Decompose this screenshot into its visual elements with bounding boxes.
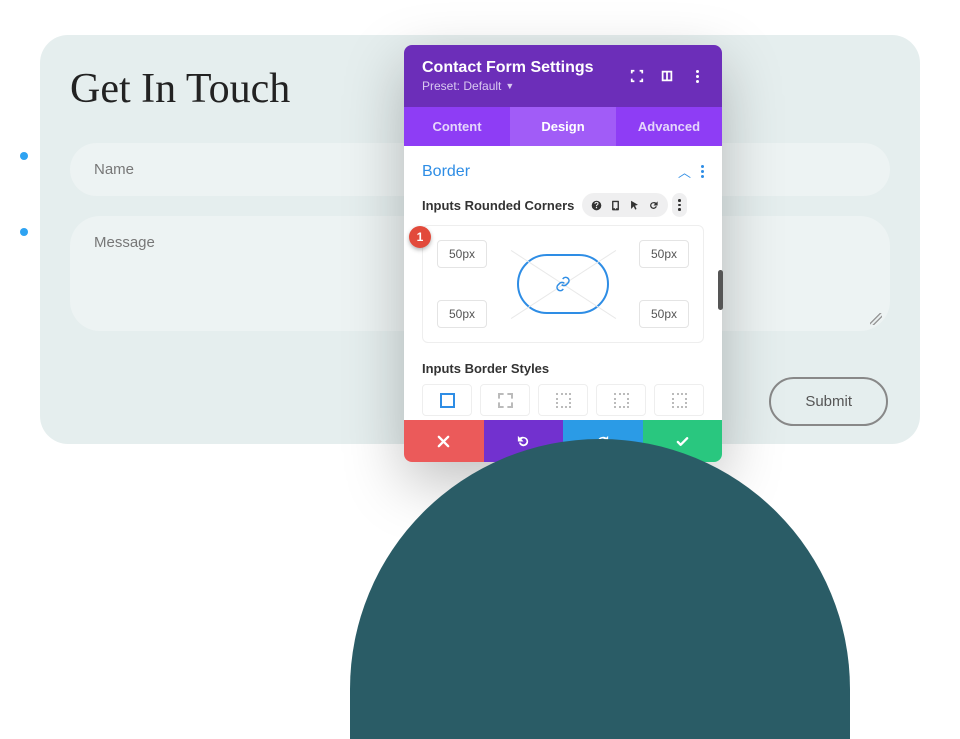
corner-tl-input[interactable]: 50px [437,240,487,268]
section-more-icon[interactable] [701,165,704,178]
settings-modal: Contact Form Settings Preset: Default ▼ … [404,45,722,462]
preset-dropdown[interactable]: Preset: Default ▼ [422,79,630,93]
border-style-solid[interactable] [422,384,472,416]
reset-icon[interactable] [648,200,659,211]
tab-content[interactable]: Content [404,107,510,146]
corner-link-toggle[interactable] [517,254,609,314]
section-title[interactable]: Border [422,163,470,181]
submit-button[interactable]: Submit [769,377,888,426]
tab-advanced[interactable]: Advanced [616,107,722,146]
border-style-dotted[interactable] [538,384,588,416]
resize-handle-icon[interactable] [870,313,882,325]
more-options-icon[interactable] [690,69,704,83]
link-icon [555,276,571,292]
expand-icon[interactable] [630,69,644,83]
rounded-corners-control: 1 50px 50px 50px 50px [422,225,704,343]
cursor-icon[interactable] [629,200,640,211]
option-more-icon[interactable] [678,199,681,211]
dashed-square-icon [498,393,513,408]
border-style-option-4[interactable] [596,384,646,416]
modal-header: Contact Form Settings Preset: Default ▼ [404,45,722,107]
corner-tr-input[interactable]: 50px [639,240,689,268]
scrollbar-thumb[interactable] [718,270,723,310]
border-styles-row [422,384,704,416]
decorative-blob [350,439,850,739]
panel-layout-icon[interactable] [660,69,674,83]
caret-down-icon: ▼ [505,81,514,91]
preset-label: Preset: Default [422,79,501,93]
dotted-square-icon [556,393,571,408]
corner-bl-input[interactable]: 50px [437,300,487,328]
message-placeholder: Message [94,234,155,251]
annotation-marker: 1 [409,226,431,248]
tab-design[interactable]: Design [510,107,616,146]
dotted-square-icon [614,393,629,408]
editor-handle-icon[interactable] [20,152,28,160]
panel-body: Border ︿ Inputs Rounded Corners [404,146,722,420]
cancel-button[interactable] [404,420,484,462]
corner-br-input[interactable]: 50px [639,300,689,328]
option-label: Inputs Rounded Corners [422,198,574,213]
tab-bar: Content Design Advanced [404,107,722,146]
border-style-dashed[interactable] [480,384,530,416]
border-styles-label: Inputs Border Styles [422,361,704,376]
collapse-icon[interactable]: ︿ [678,162,691,181]
help-icon[interactable] [591,200,602,211]
solid-square-icon [440,393,455,408]
editor-handle-icon[interactable] [20,228,28,236]
phone-device-icon[interactable] [610,200,621,211]
border-style-option-5[interactable] [654,384,704,416]
modal-title: Contact Form Settings [422,59,630,77]
dotted-square-icon [672,393,687,408]
